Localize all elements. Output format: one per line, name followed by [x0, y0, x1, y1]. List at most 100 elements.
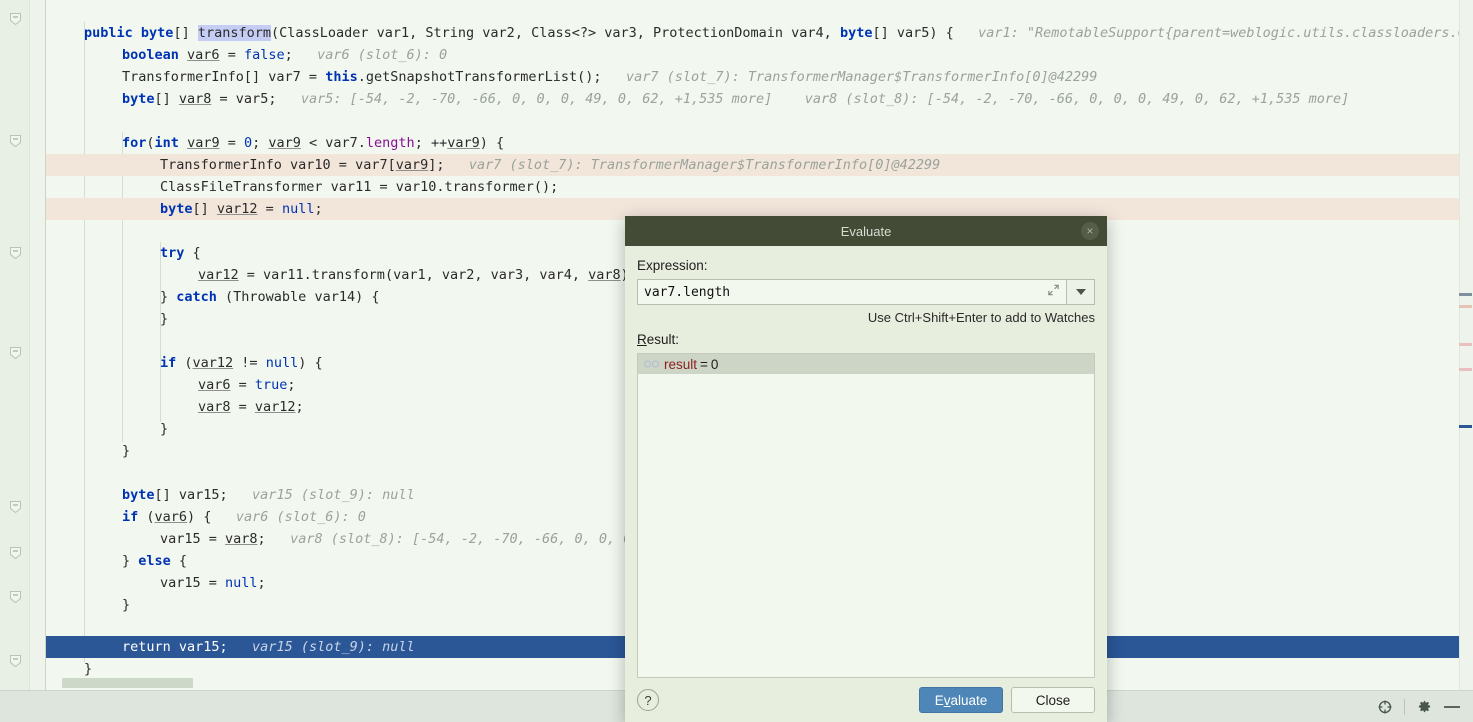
watch-value-icon	[644, 360, 659, 368]
expression-input[interactable]: var7.length	[637, 279, 1067, 305]
dialog-body: Expression: var7.length Use Ctrl+Shift+E…	[625, 246, 1107, 678]
error-stripe-gutter[interactable]	[1459, 0, 1473, 690]
dialog-footer: ? Ev aluate Close	[625, 678, 1107, 722]
fold-collapse-icon[interactable]	[9, 590, 22, 604]
result-row[interactable]: result = 0	[638, 354, 1094, 374]
code-text: var8 = var12;	[198, 399, 304, 415]
result-name: result	[664, 356, 698, 372]
expression-label: Expression:	[637, 258, 708, 273]
inline-debug-value: var8 (slot_8): [-54, -2, -70, -66, 0, 0,…	[265, 531, 673, 547]
result-label-mnemonic: R	[637, 332, 647, 347]
code-text: }	[122, 443, 131, 459]
code-text: } catch (Throwable var14) {	[160, 289, 380, 305]
error-stripe-marker[interactable]	[1459, 368, 1472, 371]
code-text: }	[84, 661, 93, 677]
horizontal-scrollbar-thumb[interactable]	[62, 678, 193, 688]
help-button[interactable]: ?	[637, 689, 659, 711]
code-line[interactable]: public byte[] transform(ClassLoader var1…	[46, 22, 1473, 44]
code-text: ClassFileTransformer var11 = var10.trans…	[160, 179, 559, 195]
code-text: var12 = var11.transform(var1, var2, var3…	[198, 267, 637, 283]
code-line[interactable]: for(int var9 = 0; var9 < var7.length; ++…	[46, 132, 1473, 154]
fold-collapse-icon[interactable]	[9, 346, 22, 360]
gear-icon[interactable]	[1411, 694, 1437, 720]
code-line[interactable]: byte[] var8 = var5; var5: [-54, -2, -70,…	[46, 88, 1473, 110]
evaluate-label-mnemonic: v	[943, 692, 951, 708]
inline-debug-value: var15 (slot_9): null	[227, 639, 415, 655]
code-line[interactable]: TransformerInfo[] var7 = this.getSnapsho…	[46, 66, 1473, 88]
error-stripe-marker[interactable]	[1459, 343, 1472, 346]
error-stripe-marker[interactable]	[1459, 425, 1472, 428]
status-divider	[1404, 698, 1405, 715]
code-text: }	[160, 311, 169, 327]
fold-collapse-icon[interactable]	[9, 134, 22, 148]
result-panel[interactable]: result = 0	[637, 353, 1095, 678]
code-text: }	[122, 597, 131, 613]
expression-value: var7.length	[644, 284, 731, 300]
expand-icon[interactable]	[1047, 284, 1060, 301]
help-glyph: ?	[644, 692, 652, 708]
code-text: byte[] var12 = null;	[160, 201, 323, 217]
close-button-label: Close	[1035, 692, 1071, 708]
code-line[interactable]: boolean var6 = false; var6 (slot_6): 0	[46, 44, 1473, 66]
dash-icon[interactable]	[1439, 694, 1465, 720]
fold-collapse-icon[interactable]	[9, 500, 22, 514]
fold-collapse-icon[interactable]	[9, 12, 22, 26]
inline-debug-value: var6 (slot_6): 0	[211, 509, 366, 525]
expression-history-dropdown[interactable]	[1067, 279, 1095, 305]
watches-hint: Use Ctrl+Shift+Enter to add to Watches	[867, 310, 1095, 325]
fold-collapse-icon[interactable]	[9, 246, 22, 260]
code-text: byte[] var15;	[122, 487, 228, 503]
inline-debug-value: var6 (slot_6): 0	[292, 47, 448, 63]
result-label-rest: esult:	[646, 332, 680, 347]
crosshair-icon[interactable]	[1372, 694, 1398, 720]
code-text: var15 = var8;	[160, 531, 266, 547]
fold-collapse-icon[interactable]	[9, 654, 22, 668]
code-line[interactable]: ClassFileTransformer var11 = var10.trans…	[46, 176, 1473, 198]
code-text: }	[160, 421, 169, 437]
result-label: Result:	[637, 332, 1095, 347]
code-text: } else {	[122, 553, 188, 569]
result-equals: =	[700, 356, 708, 372]
evaluate-label-post: aluate	[950, 692, 988, 708]
error-stripe-marker[interactable]	[1459, 305, 1472, 308]
code-text: boolean var6 = false;	[122, 47, 293, 63]
close-button[interactable]: Close	[1011, 687, 1095, 713]
dialog-title-bar[interactable]: Evaluate ×	[625, 216, 1107, 246]
evaluate-dialog[interactable]: Evaluate × Expression: var7.length Use C…	[625, 216, 1107, 722]
code-text: public byte[] transform(ClassLoader var1…	[84, 25, 954, 41]
evaluate-button[interactable]: Ev aluate	[919, 687, 1003, 713]
code-text: var6 = true;	[198, 377, 296, 393]
code-text: byte[] var8 = var5;	[122, 91, 277, 107]
inline-debug-value: var15 (slot_9): null	[227, 487, 415, 503]
code-text: if (var6) {	[122, 509, 212, 525]
code-text: try {	[160, 245, 201, 261]
code-line[interactable]: TransformerInfo var10 = var7[var9]; var7…	[46, 154, 1473, 176]
error-stripe-marker[interactable]	[1459, 293, 1472, 296]
inline-debug-value: var5: [-54, -2, -70, -66, 0, 0, 0, 49, 0…	[276, 91, 1350, 107]
fold-collapse-icon[interactable]	[9, 546, 22, 560]
code-text: return var15;	[122, 639, 228, 655]
close-glyph: ×	[1086, 224, 1094, 238]
editor-gutter[interactable]	[0, 0, 30, 690]
close-icon[interactable]: ×	[1081, 222, 1099, 240]
ide-window: public byte[] transform(ClassLoader var1…	[0, 0, 1473, 722]
code-text: if (var12 != null) {	[160, 355, 323, 371]
